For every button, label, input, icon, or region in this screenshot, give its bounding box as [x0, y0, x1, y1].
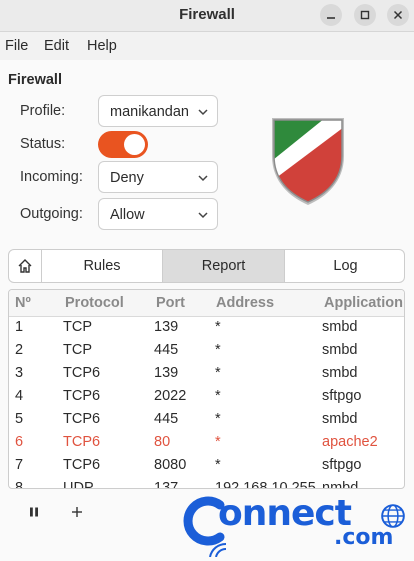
column-header-protocol[interactable]: Protocol: [65, 295, 124, 311]
cell-protocol: TCP6: [63, 365, 101, 381]
cell-number: 2: [15, 342, 24, 358]
add-rule-button[interactable]: [63, 498, 91, 526]
cell-protocol: TCP6: [63, 388, 101, 404]
menu-bar: File Edit Help: [0, 32, 414, 60]
cell-port: 8080: [154, 457, 187, 473]
table-row[interactable]: 6 TCP6 80 * apache2: [9, 431, 404, 454]
home-icon: [18, 259, 32, 273]
table-row[interactable]: 5 TCP6 445 * smbd: [9, 408, 404, 431]
tab-report[interactable]: Report: [163, 250, 285, 282]
tab-log[interactable]: Log: [285, 250, 404, 282]
outgoing-value: Allow: [110, 207, 145, 223]
menu-help[interactable]: Help: [87, 38, 117, 54]
cell-number: 5: [15, 411, 24, 427]
cell-protocol: TCP: [63, 342, 92, 358]
cell-protocol: TCP6: [63, 411, 101, 427]
cell-port: 80: [154, 434, 171, 450]
cell-application: sftpgo: [322, 457, 362, 473]
cell-number: 8: [15, 480, 24, 489]
cell-address: *: [215, 434, 221, 450]
firewall-shield-icon: [272, 118, 344, 205]
cell-address: *: [215, 319, 221, 335]
menu-file[interactable]: File: [5, 38, 28, 54]
section-title: Firewall: [8, 72, 62, 88]
tab-rules[interactable]: Rules: [42, 250, 163, 282]
watermark-text: onnect: [218, 493, 352, 534]
close-icon: [393, 10, 403, 20]
pause-icon: [30, 507, 38, 517]
minimize-button[interactable]: [320, 4, 342, 26]
status-label: Status:: [20, 136, 66, 152]
minimize-icon: [327, 17, 335, 19]
cell-protocol: TCP: [63, 319, 92, 335]
cell-application: apache2: [322, 434, 378, 450]
column-header-port[interactable]: Port: [156, 295, 185, 311]
incoming-select[interactable]: Deny: [98, 161, 218, 193]
cell-application: sftpgo: [322, 388, 362, 404]
tab-home[interactable]: [9, 250, 42, 282]
chevron-down-icon: [198, 175, 208, 182]
cell-application: smbd: [322, 365, 358, 381]
table-row[interactable]: 7 TCP6 8080 * sftpgo: [9, 454, 404, 477]
outgoing-select[interactable]: Allow: [98, 198, 218, 230]
menu-edit[interactable]: Edit: [44, 38, 69, 54]
close-button[interactable]: [387, 4, 409, 26]
column-header-application[interactable]: Application: [324, 295, 403, 311]
table-row[interactable]: 4 TCP6 2022 * sftpgo: [9, 385, 404, 408]
cell-address: *: [215, 457, 221, 473]
cell-application: smbd: [322, 342, 358, 358]
view-tabs: Rules Report Log: [8, 249, 405, 283]
chevron-down-icon: [198, 212, 208, 219]
cell-port: 445: [154, 342, 179, 358]
cell-port: 2022: [154, 388, 187, 404]
profile-value: manikandan: [110, 104, 189, 120]
cell-address: 192.168.10.255: [215, 480, 316, 489]
cell-number: 4: [15, 388, 24, 404]
pause-button[interactable]: [20, 498, 48, 526]
cell-address: *: [215, 342, 221, 358]
cell-number: 7: [15, 457, 24, 473]
window-title: Firewall: [179, 6, 235, 23]
cell-application: nmbd: [322, 480, 359, 489]
cell-address: *: [215, 388, 221, 404]
cell-address: *: [215, 365, 221, 381]
toggle-knob: [124, 134, 145, 155]
cell-protocol: TCP6: [63, 434, 101, 450]
status-toggle[interactable]: [98, 131, 148, 158]
watermark-suffix: .com: [334, 525, 394, 550]
title-bar: Firewall: [0, 0, 414, 32]
cell-number: 6: [15, 434, 24, 450]
table-row[interactable]: 2 TCP 445 * smbd: [9, 339, 404, 362]
cell-application: smbd: [322, 319, 358, 335]
table-header: Nº Protocol Port Address Application: [9, 290, 404, 317]
chevron-down-icon: [198, 109, 208, 116]
column-header-address[interactable]: Address: [216, 295, 274, 311]
profile-select[interactable]: manikandan: [98, 95, 218, 127]
cell-number: 1: [15, 319, 24, 335]
table-row[interactable]: 1 TCP 139 * smbd: [9, 316, 404, 339]
incoming-value: Deny: [110, 170, 144, 186]
plus-icon: [72, 507, 82, 517]
table-row[interactable]: 3 TCP6 139 * smbd: [9, 362, 404, 385]
cell-port: 445: [154, 411, 179, 427]
cell-port: 137: [154, 480, 179, 489]
cell-port: 139: [154, 319, 179, 335]
report-table: Nº Protocol Port Address Application 1 TC…: [8, 289, 405, 489]
maximize-button[interactable]: [354, 4, 376, 26]
watermark-logo: onnect .com: [180, 493, 410, 557]
cell-application: smbd: [322, 411, 358, 427]
maximize-icon: [360, 10, 370, 20]
profile-label: Profile:: [20, 103, 66, 119]
incoming-label: Incoming:: [20, 169, 83, 185]
cell-number: 3: [15, 365, 24, 381]
table-row[interactable]: 8 UDP 137 192.168.10.255 nmbd: [9, 477, 404, 489]
cell-protocol: UDP: [63, 480, 94, 489]
cell-port: 139: [154, 365, 179, 381]
cell-protocol: TCP6: [63, 457, 101, 473]
column-header-number[interactable]: Nº: [15, 295, 31, 311]
cell-address: *: [215, 411, 221, 427]
outgoing-label: Outgoing:: [20, 206, 83, 222]
